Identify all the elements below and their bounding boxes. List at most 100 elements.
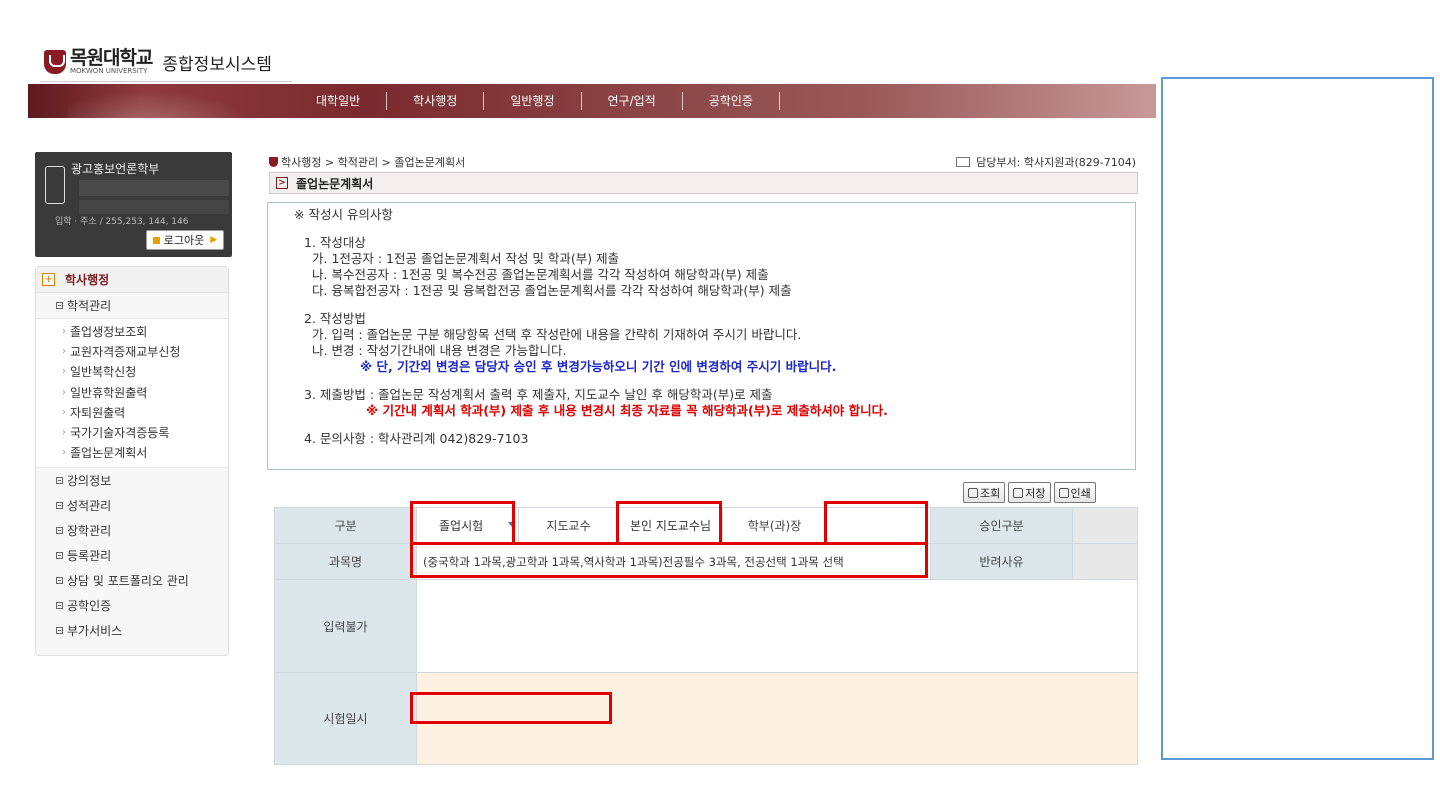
approval-label: 승인구분 — [930, 507, 1073, 544]
notice-box: ※ 작성시 유의사항 1. 작성대상 가. 1전공자 : 1전공 졸업논문계획서… — [267, 202, 1136, 470]
collapse-icon — [56, 302, 63, 309]
expand-icon — [56, 627, 63, 635]
print-icon — [1058, 487, 1069, 498]
advisor-label: 지도교수 — [518, 507, 619, 544]
university-en-name: MOKWON UNIVERSITY — [70, 67, 148, 75]
university-name: 목원대학교 — [70, 47, 153, 69]
notice-section-1-title: 1. 작성대상 — [304, 235, 366, 250]
sidebar-group-counseling[interactable]: 상담 및 포트폴리오 관리 — [36, 568, 228, 593]
expand-icon — [56, 602, 63, 610]
notice-section-1-c: 다. 융복합전공자 : 1전공 및 융복합전공 졸업논문계획서를 각각 작성하여… — [312, 283, 792, 298]
subject-label: 과목명 — [274, 543, 417, 580]
expand-icon — [56, 552, 63, 560]
logout-square-icon — [152, 236, 160, 244]
sidebar-item-graduate-lookup[interactable]: 졸업생정보조회 — [36, 321, 228, 341]
sidebar-group-extra-services[interactable]: 부가서비스 — [36, 618, 228, 643]
breadcrumb-text: 학사행정 > 학적관리 > 졸업논문계획서 — [281, 156, 466, 169]
sidebar-item-leave-print[interactable]: 일반휴학원출력 — [36, 382, 228, 402]
id-card-icon — [45, 166, 65, 204]
search-icon — [968, 487, 978, 498]
sidebar-menu: + 학사행정 학적관리 졸업생정보조회 교원자격증재교부신청 일반복학신청 일반… — [35, 266, 229, 656]
sidebar-item-withdrawal-print[interactable]: 자퇴원출력 — [36, 402, 228, 422]
right-blank-panel — [1161, 77, 1434, 760]
search-button[interactable]: 조회 — [963, 482, 1006, 503]
notice-section-1-b: 나. 복수전공자 : 1전공 및 복수전공 졸업논문계획서를 각각 작성하여 해… — [312, 267, 769, 282]
notice-section-2-a: 가. 입력 : 졸업논문 구분 해당항목 선택 후 작성란에 내용을 간략히 기… — [312, 327, 802, 342]
sidebar-group-label: 성적관리 — [67, 499, 112, 514]
expand-icon — [56, 527, 63, 535]
nav-item-engineering-cert[interactable]: 공학인증 — [683, 92, 780, 110]
page-title-bar: > 졸업논문계획서 — [269, 172, 1138, 194]
input-disabled-label: 입력불가 — [274, 579, 417, 673]
university-emblem-icon — [44, 50, 66, 74]
sidebar-group-label: 상담 및 포트폴리오 관리 — [67, 574, 189, 589]
reject-reason-value — [1072, 543, 1138, 580]
arrow-right-icon: ▶ — [210, 235, 218, 245]
plus-icon: + — [42, 273, 55, 286]
logo-divider — [40, 81, 292, 82]
sidebar-section-title: 학사행정 — [65, 273, 110, 287]
sidebar-group-scholarship[interactable]: 장학관리 — [36, 518, 228, 543]
sidebar-submenu-records: 졸업생정보조회 교원자격증재교부신청 일반복학신청 일반휴학원출력 자퇴원출력 … — [36, 318, 228, 469]
nav-item-general-admin[interactable]: 일반행정 — [484, 92, 582, 110]
sidebar-group-grades[interactable]: 성적관리 — [36, 493, 228, 518]
user-id-redacted — [79, 200, 229, 214]
save-button-label: 저장 — [1025, 486, 1046, 500]
print-button[interactable]: 인쇄 — [1053, 482, 1096, 503]
sidebar-group-label: 학적관리 — [67, 299, 112, 313]
notice-section-2-b: 나. 변경 : 작성기간내에 내용 변경은 가능합니다. — [312, 343, 567, 358]
department-head-label: 학부(과)장 — [722, 507, 827, 544]
notice-section-3-note: ※ 기간내 계획서 학과(부) 제출 후 내용 변경시 최종 자료를 꼭 해당학… — [366, 403, 888, 418]
user-name-redacted — [79, 180, 229, 196]
approval-value — [1072, 507, 1138, 544]
department-head-value — [826, 507, 931, 544]
chevron-right-icon: > — [276, 177, 288, 189]
sidebar-item-national-cert-register[interactable]: 국가기술자격증등록 — [36, 422, 228, 442]
sidebar-group-label: 공학인증 — [67, 599, 112, 614]
sidebar-group-engineering-cert[interactable]: 공학인증 — [36, 593, 228, 618]
sidebar-section-header[interactable]: + 학사행정 — [36, 267, 228, 293]
sidebar-group-registration[interactable]: 등록관리 — [36, 543, 228, 568]
sidebar-group-label: 강의정보 — [67, 474, 112, 489]
expand-icon — [56, 477, 63, 485]
sidebar-group-label: 장학관리 — [67, 524, 112, 539]
nav-decoration — [68, 84, 268, 118]
contact-card-icon — [956, 157, 971, 167]
sidebar-group-label: 부가서비스 — [67, 624, 123, 639]
user-info-box: 광고홍보언론학부 입학 · 주소 / 255,253, 144, 146 로그아… — [35, 152, 232, 257]
university-logo[interactable]: 목원대학교 MOKWON UNIVERSITY 종합정보시스템 — [44, 46, 272, 78]
notice-section-4-title: 4. 문의사항 : 학사관리계 042)829-7103 — [304, 431, 529, 446]
logout-label: 로그아웃 — [163, 234, 205, 247]
notice-section-2-note: ※ 단, 기간외 변경은 담당자 승인 후 변경가능하오니 기간 인에 변경하여… — [360, 359, 837, 374]
type-select[interactable]: 졸업시험 — [416, 507, 519, 544]
top-navigation: 대학일반 학사행정 일반행정 연구/업적 공학인증 — [28, 84, 1156, 118]
sidebar-item-thesis-plan[interactable]: 졸업논문계획서 — [36, 443, 228, 463]
sidebar-group-label: 등록관리 — [67, 549, 112, 564]
breadcrumb: 학사행정 > 학적관리 > 졸업논문계획서 — [269, 154, 465, 170]
page-title: 졸업논문계획서 — [296, 176, 374, 191]
type-label: 구분 — [274, 507, 417, 544]
save-button[interactable]: 저장 — [1008, 482, 1051, 503]
nav-item-research[interactable]: 연구/업적 — [582, 92, 683, 110]
save-icon — [1013, 487, 1024, 498]
subject-value: (중국학과 1과목,광고학과 1과목,역사학과 1과목)전공필수 3과목, 전공… — [416, 543, 931, 580]
sidebar-item-return-to-school[interactable]: 일반복학신청 — [36, 362, 228, 382]
user-meta: 입학 · 주소 / 255,253, 144, 146 — [55, 217, 189, 227]
exam-date-field[interactable] — [416, 672, 1138, 765]
search-button-label: 조회 — [980, 486, 1001, 500]
nav-item-university-general[interactable]: 대학일반 — [290, 92, 388, 110]
responsible-department: 담당부서: 학사지원과(829-7104) — [956, 154, 1136, 170]
type-select-value: 졸업시험 — [439, 519, 484, 533]
shield-icon — [269, 157, 278, 167]
sidebar-group-records[interactable]: 학적관리 — [36, 293, 228, 318]
logout-button[interactable]: 로그아웃 ▶ — [146, 230, 224, 250]
sidebar-group-lectures[interactable]: 강의정보 — [36, 468, 228, 493]
nav-item-academic-admin[interactable]: 학사행정 — [387, 92, 485, 110]
notice-section-1-a: 가. 1전공자 : 1전공 졸업논문계획서 작성 및 학과(부) 제출 — [312, 251, 620, 266]
user-department: 광고홍보언론학부 — [71, 162, 160, 176]
responsible-department-text: 담당부서: 학사지원과(829-7104) — [976, 156, 1136, 169]
notice-section-2-title: 2. 작성방법 — [304, 311, 366, 326]
expand-icon — [56, 577, 63, 585]
expand-icon — [56, 502, 63, 510]
sidebar-item-teacher-cert-reissue[interactable]: 교원자격증재교부신청 — [36, 341, 228, 361]
